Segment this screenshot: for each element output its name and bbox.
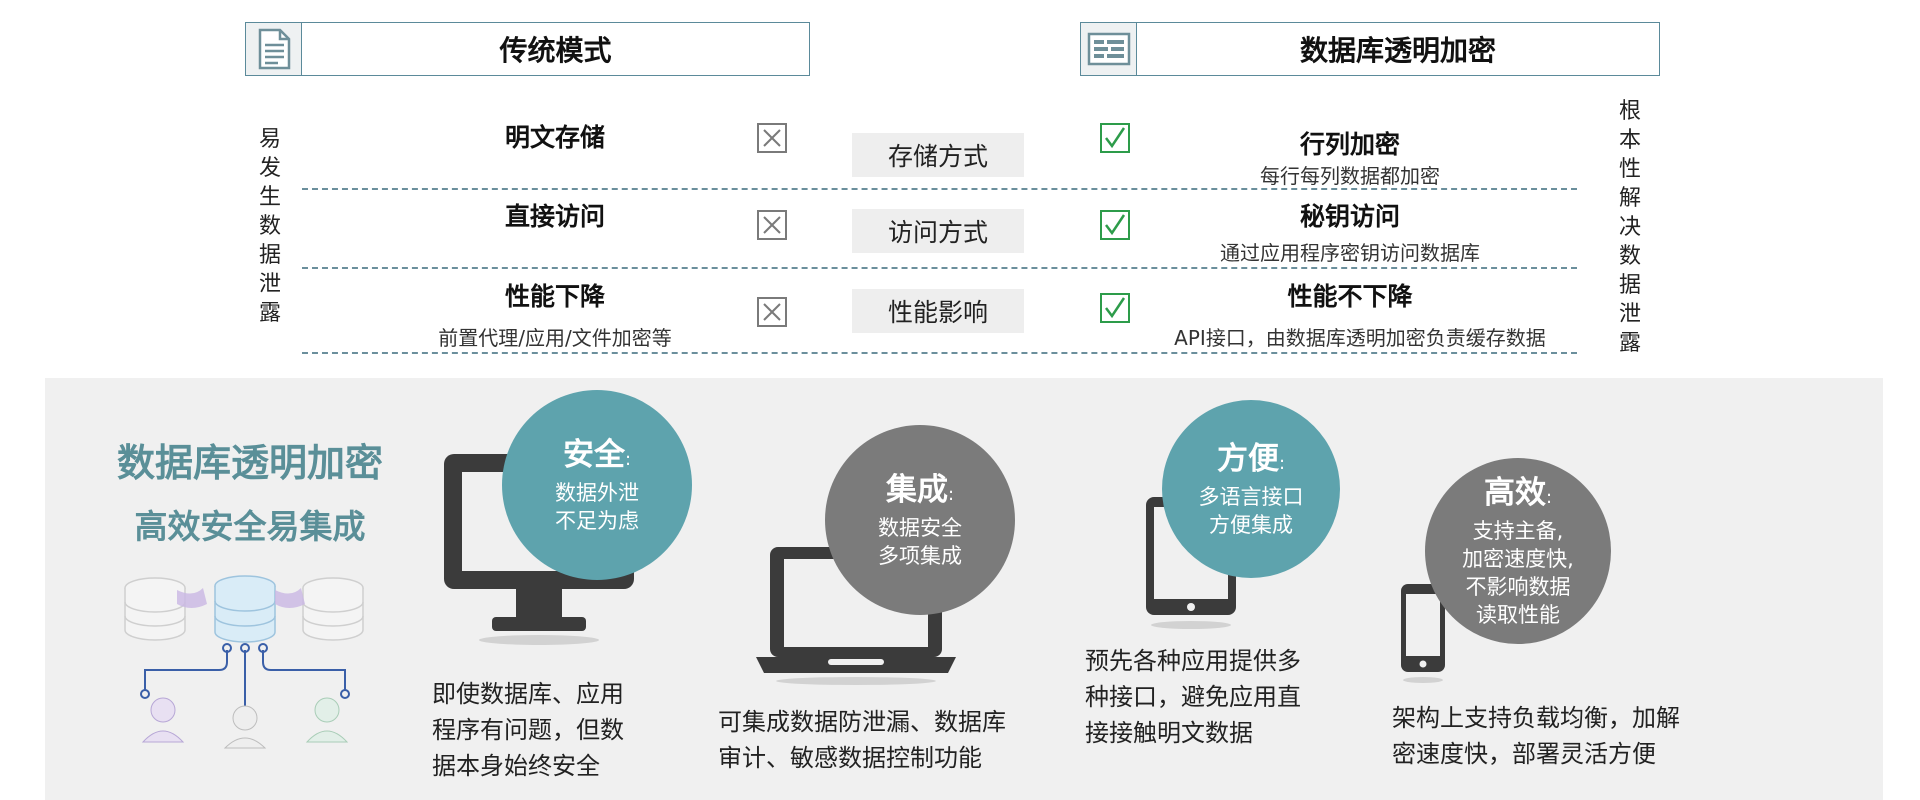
tde-performance-detail: API接口，由数据库透明加密负责缓存数据 xyxy=(1174,326,1546,350)
feature-efficiency-line: 加密速度快, xyxy=(1462,546,1574,571)
row-divider xyxy=(302,352,1577,354)
tde-storage: 行列加密 xyxy=(1299,130,1400,159)
traditional-header: 传统模式 xyxy=(245,22,810,76)
tde-storage-detail: 每行每列数据都加密 xyxy=(1260,164,1440,188)
feature-convenience-title: 方便 xyxy=(1216,440,1279,477)
cross-box-icon xyxy=(757,210,787,240)
feature-efficiency-line: 支持主备, xyxy=(1472,518,1564,543)
cross-box-icon xyxy=(757,297,787,327)
tde-access-detail: 通过应用程序密钥访问数据库 xyxy=(1220,241,1480,265)
right-side-label: 根本性解决数据泄露 xyxy=(1618,99,1641,356)
feature-integration-line: 多项集成 xyxy=(878,543,962,568)
tde-title: 数据库透明加密 xyxy=(1299,34,1496,67)
traditional-access: 直接访问 xyxy=(504,202,605,231)
row-divider xyxy=(302,267,1577,269)
feature-convenience-line: 多语言接口 xyxy=(1198,484,1304,509)
left-side-label: 易发生数据泄露 xyxy=(258,127,281,326)
feature-integration-line: 数据安全 xyxy=(878,515,962,540)
check-box-icon xyxy=(1100,210,1130,240)
tde-access: 秘钥访问 xyxy=(1299,202,1400,231)
traditional-performance-detail: 前置代理/应用/文件加密等 xyxy=(438,326,672,350)
tde-header: 数据库透明加密 xyxy=(1080,22,1660,76)
cross-box-icon xyxy=(757,123,787,153)
feature-security-line: 数据外泄 xyxy=(555,480,639,505)
feature-integration-circle: 集成: 数据安全 多项集成 xyxy=(825,425,1015,615)
feature-integration-title: 集成 xyxy=(885,471,948,508)
feature-efficiency-circle: 高效: 支持主备, 加密速度快, 不影响数据 读取性能 xyxy=(1425,458,1611,644)
feature-efficiency-desc: 架构上支持负载均衡，加解 密速度快，部署灵活方便 xyxy=(1392,704,1680,768)
feature-convenience-circle: 方便: 多语言接口 方便集成 xyxy=(1162,400,1340,578)
brand-title: 数据库透明加密 xyxy=(116,441,383,485)
feature-integration-desc: 可集成数据防泄漏、数据库 审计、敏感数据控制功能 xyxy=(718,708,1006,772)
feature-efficiency-title: 高效 xyxy=(1483,474,1546,511)
database-panel-icon xyxy=(1081,23,1137,75)
feature-security-line: 不足为虑 xyxy=(555,508,639,533)
criterion-storage: 存储方式 xyxy=(852,133,1024,177)
traditional-performance: 性能下降 xyxy=(504,282,605,311)
feature-security-title: 安全 xyxy=(562,436,625,473)
feature-efficiency-line: 读取性能 xyxy=(1476,602,1560,627)
traditional-storage: 明文存储 xyxy=(504,123,605,152)
feature-efficiency-line: 不影响数据 xyxy=(1465,574,1571,599)
feature-convenience-desc: 预先各种应用提供多 种接口，避免应用直 接接触明文数据 xyxy=(1085,647,1301,747)
brand-subtitle: 高效安全易集成 xyxy=(134,507,366,546)
feature-security-circle: 安全: 数据外泄 不足为虑 xyxy=(502,390,692,580)
feature-security-desc: 即使数据库、应用 程序有问题，但数 据本身始终安全 xyxy=(432,680,624,780)
check-box-icon xyxy=(1100,293,1130,323)
check-box-icon xyxy=(1100,123,1130,153)
document-icon xyxy=(246,23,302,75)
database-cluster-icon xyxy=(124,575,364,749)
feature-convenience-line: 方便集成 xyxy=(1209,512,1293,537)
criterion-access: 访问方式 xyxy=(852,209,1024,253)
tde-performance: 性能不下降 xyxy=(1287,282,1413,311)
traditional-title: 传统模式 xyxy=(499,34,612,67)
criterion-performance: 性能影响 xyxy=(852,289,1024,333)
